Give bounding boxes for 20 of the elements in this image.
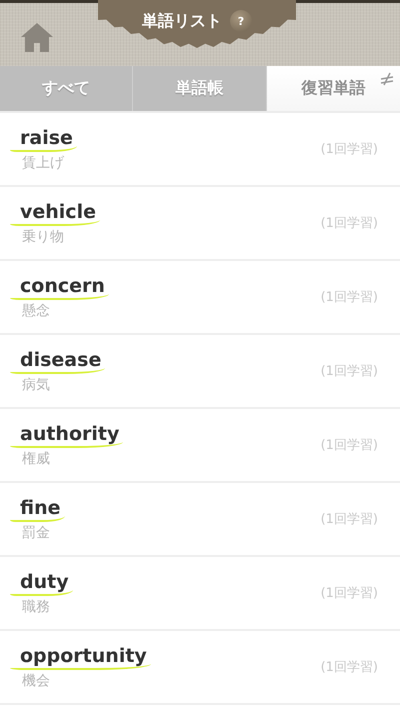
word-text: vehicle [10, 200, 100, 226]
screen-title: 単語リスト [142, 10, 222, 32]
word-text: fine [10, 496, 64, 522]
word-text: authority [10, 422, 124, 448]
tab[interactable]: 単語帳 [133, 66, 267, 111]
meaning-text: 賃上げ [22, 154, 64, 172]
word-text: opportunity [10, 644, 151, 670]
meaning-text: 権威 [22, 450, 50, 468]
home-icon[interactable] [20, 21, 54, 53]
meaning-text: 病気 [22, 376, 50, 394]
scribble-icon [380, 72, 394, 86]
meaning-text: 罰金 [22, 524, 50, 542]
word-text: duty [10, 570, 73, 596]
meaning-text: 懸念 [22, 302, 50, 320]
meaning-text: 機会 [22, 672, 50, 690]
word-text: raise [10, 126, 77, 152]
meaning-text: 職務 [22, 598, 50, 616]
meaning-text: 乗り物 [22, 228, 64, 246]
tab[interactable]: すべて [0, 66, 134, 111]
word-text: disease [10, 348, 106, 374]
